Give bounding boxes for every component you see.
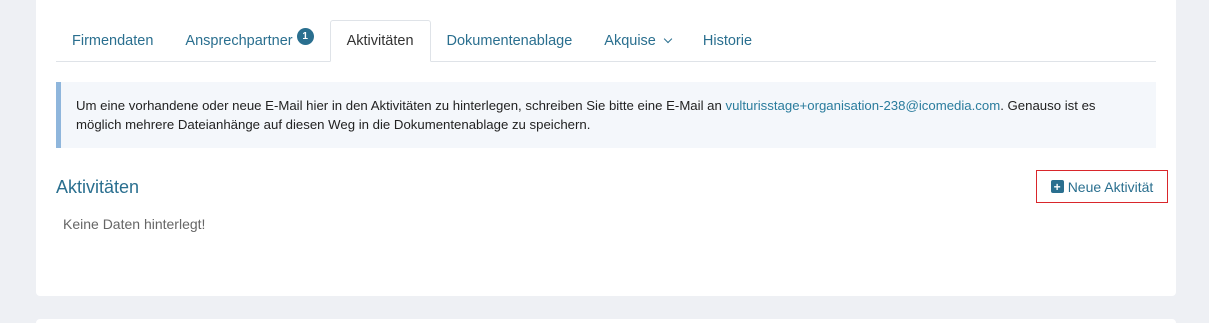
tab-label: Ansprechpartner [185,32,293,49]
tab-akquise[interactable]: Akquise [588,20,687,61]
info-text-before: Um eine vorhandene oder neue E-Mail hier… [76,98,726,113]
tab-label: Dokumentenablage [446,32,573,49]
new-activity-button[interactable]: + Neue Aktivität [1036,170,1168,203]
tab-aktivitaeten[interactable]: Aktivitäten [329,20,431,62]
email-link[interactable]: vulturisstage+organisation-238@icomedia.… [726,98,1001,113]
new-activity-label: Neue Aktivität [1067,178,1154,195]
count-badge: 1 [296,28,314,45]
empty-state-text: Keine Daten hinterlegt! [63,216,206,232]
next-card-edge [36,319,1176,323]
tab-label: Historie [702,32,753,49]
chevron-down-icon [663,34,673,43]
main-card: Firmendaten Ansprechpartner 1 Aktivitäte… [36,0,1176,296]
plus-square-icon: + [1050,180,1064,193]
tab-label: Firmendaten [72,32,154,49]
section-title: Aktivitäten [56,177,140,197]
info-alert: Um eine vorhandene oder neue E-Mail hier… [56,82,1156,148]
tab-label: Aktivitäten [346,33,414,49]
tab-label: Akquise [604,32,656,49]
tab-historie[interactable]: Historie [687,20,768,61]
tab-bar: Firmendaten Ansprechpartner 1 Aktivitäte… [56,20,1156,62]
tab-ansprechpartner[interactable]: Ansprechpartner 1 [169,20,329,61]
tab-dokumentenablage[interactable]: Dokumentenablage [431,20,589,61]
tab-firmendaten[interactable]: Firmendaten [56,20,169,61]
